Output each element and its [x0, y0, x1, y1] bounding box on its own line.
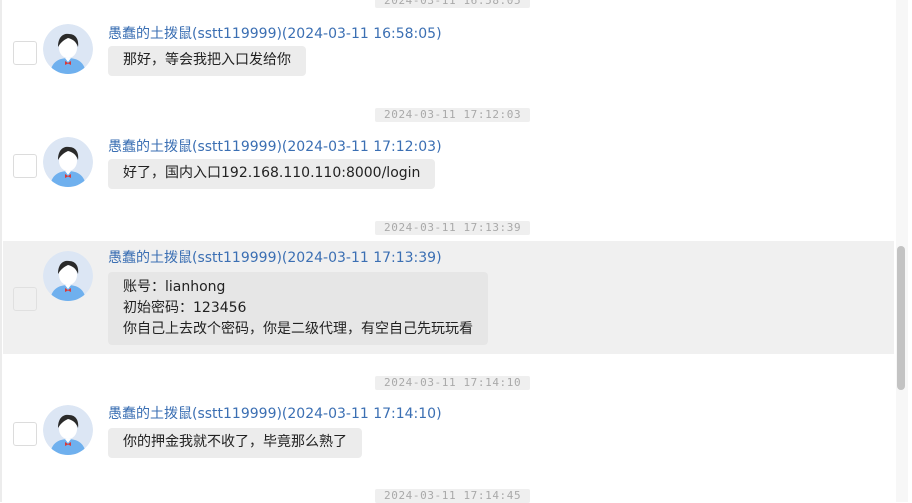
- message-text: 那好，等会我把入口发给你: [123, 52, 291, 68]
- user-avatar-icon[interactable]: [43, 24, 93, 74]
- select-checkbox[interactable]: [13, 287, 37, 311]
- message-row-selected: 愚蠢的土拨鼠(sstt119999)(2024-03-11 17:13:39) …: [3, 241, 894, 354]
- left-border: [0, 0, 2, 502]
- sender-name[interactable]: 愚蠢的土拨鼠(sstt119999)(2024-03-11 16:58:05): [108, 23, 442, 43]
- message-bubble: 你的押金我就不收了，毕竟那么熟了: [108, 428, 362, 458]
- message-text: 好了，国内入口192.168.110.110:8000/login: [123, 165, 421, 181]
- timestamp-divider: 2024-03-11 17:14:10: [375, 376, 531, 390]
- user-avatar-icon[interactable]: [43, 405, 93, 455]
- message-bubble: 好了，国内入口192.168.110.110:8000/login: [108, 159, 436, 189]
- message-row: 愚蠢的土拨鼠(sstt119999)(2024-03-11 17:14:10) …: [3, 395, 894, 478]
- timestamp-divider: 2024-03-11 17:14:45: [375, 489, 531, 503]
- select-checkbox[interactable]: [13, 422, 37, 446]
- message-row: 愚蠢的土拨鼠(sstt119999)(2024-03-11 17:12:03) …: [3, 127, 894, 210]
- sender-name[interactable]: 愚蠢的土拨鼠(sstt119999)(2024-03-11 17:12:03): [108, 136, 442, 156]
- message-text: 账号：lianhong: [123, 279, 226, 295]
- sender-name[interactable]: 愚蠢的土拨鼠(sstt119999)(2024-03-11 17:13:39): [108, 247, 442, 267]
- message-text: 初始密码：123456: [123, 300, 247, 316]
- select-checkbox[interactable]: [13, 154, 37, 178]
- user-avatar-icon[interactable]: [43, 251, 93, 301]
- sender-name[interactable]: 愚蠢的土拨鼠(sstt119999)(2024-03-11 17:14:10): [108, 403, 442, 423]
- message-text: 你自己上去改个密码，你是二级代理，有空自己先玩玩看: [123, 321, 473, 337]
- timestamp-divider: 2024-03-11 16:58:05: [375, 0, 531, 8]
- select-checkbox[interactable]: [13, 41, 37, 65]
- message-text: 你的押金我就不收了，毕竟那么熟了: [123, 434, 347, 450]
- timestamp-divider: 2024-03-11 17:12:03: [375, 108, 531, 122]
- message-row: 愚蠢的土拨鼠(sstt119999)(2024-03-11 16:58:05) …: [3, 14, 894, 96]
- message-bubble: 那好，等会我把入口发给你: [108, 46, 306, 76]
- user-avatar-icon[interactable]: [43, 137, 93, 187]
- message-bubble: 账号：lianhong 初始密码：123456 你自己上去改个密码，你是二级代理…: [108, 272, 488, 345]
- timestamp-divider: 2024-03-11 17:13:39: [375, 221, 531, 235]
- scrollbar-thumb[interactable]: [897, 246, 905, 390]
